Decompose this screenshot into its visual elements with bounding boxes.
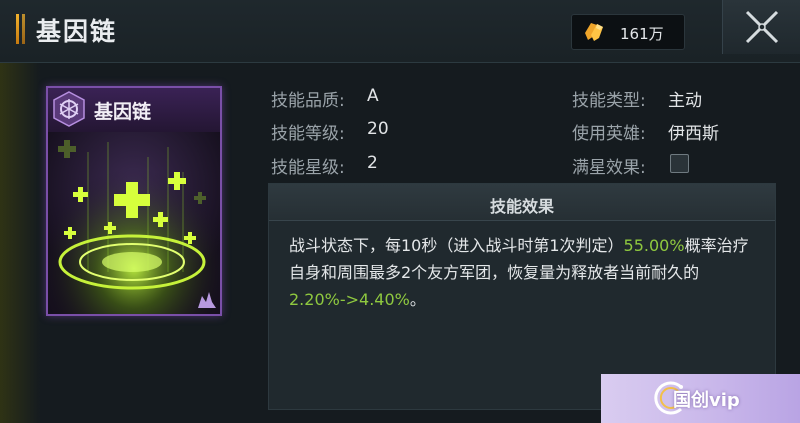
watermark: 国创vip — [601, 374, 800, 423]
level-label: 技能等级: — [271, 124, 345, 144]
title-accent-bars — [16, 14, 26, 44]
star-value: 2 — [367, 153, 378, 173]
star-label: 技能星级: — [271, 158, 345, 178]
level-value: 20 — [367, 119, 389, 139]
effect-title: 技能效果 — [489, 197, 554, 216]
type-value: 主动 — [668, 91, 702, 111]
skill-card[interactable]: 基因链 — [46, 86, 222, 316]
effect-text-before: 战斗状态下，每10秒（进入战斗时第1次判定） — [289, 236, 624, 255]
effect-highlight-heal: 2.20%->4.40% — [289, 290, 410, 309]
currency-display[interactable]: 161万 — [571, 14, 685, 50]
quality-value: A — [367, 86, 379, 106]
green-heal-crosses-art — [48, 132, 220, 314]
close-button[interactable] — [722, 0, 800, 54]
effect-header: 技能效果 — [269, 184, 775, 221]
rarity-corner-icon — [198, 292, 216, 308]
header-bar: 基因链 161万 — [0, 0, 800, 63]
currency-value: 161万 — [620, 25, 664, 43]
watermark-text: 国创vip — [673, 390, 740, 411]
effect-description: 战斗状态下，每10秒（进入战斗时第1次判定）55.00%概率治疗自身和周围最多2… — [289, 232, 755, 313]
hero-label: 使用英雄: — [572, 124, 646, 144]
maxstar-checkbox[interactable] — [670, 154, 689, 173]
close-icon — [745, 10, 779, 44]
hero-value: 伊西斯 — [668, 124, 719, 144]
crystal-icon — [585, 23, 603, 41]
effect-highlight-chance: 55.00% — [623, 236, 685, 255]
quality-label: 技能品质: — [271, 91, 345, 111]
card-title: 基因链 — [94, 101, 152, 123]
maxstar-label: 满星效果: — [572, 158, 646, 178]
effect-text-after: 。 — [409, 290, 426, 309]
page-title: 基因链 — [36, 17, 118, 46]
skill-emblem-icon — [53, 91, 85, 127]
card-header: 基因链 — [48, 88, 220, 132]
background-glow — [0, 55, 40, 423]
type-label: 技能类型: — [572, 91, 646, 111]
